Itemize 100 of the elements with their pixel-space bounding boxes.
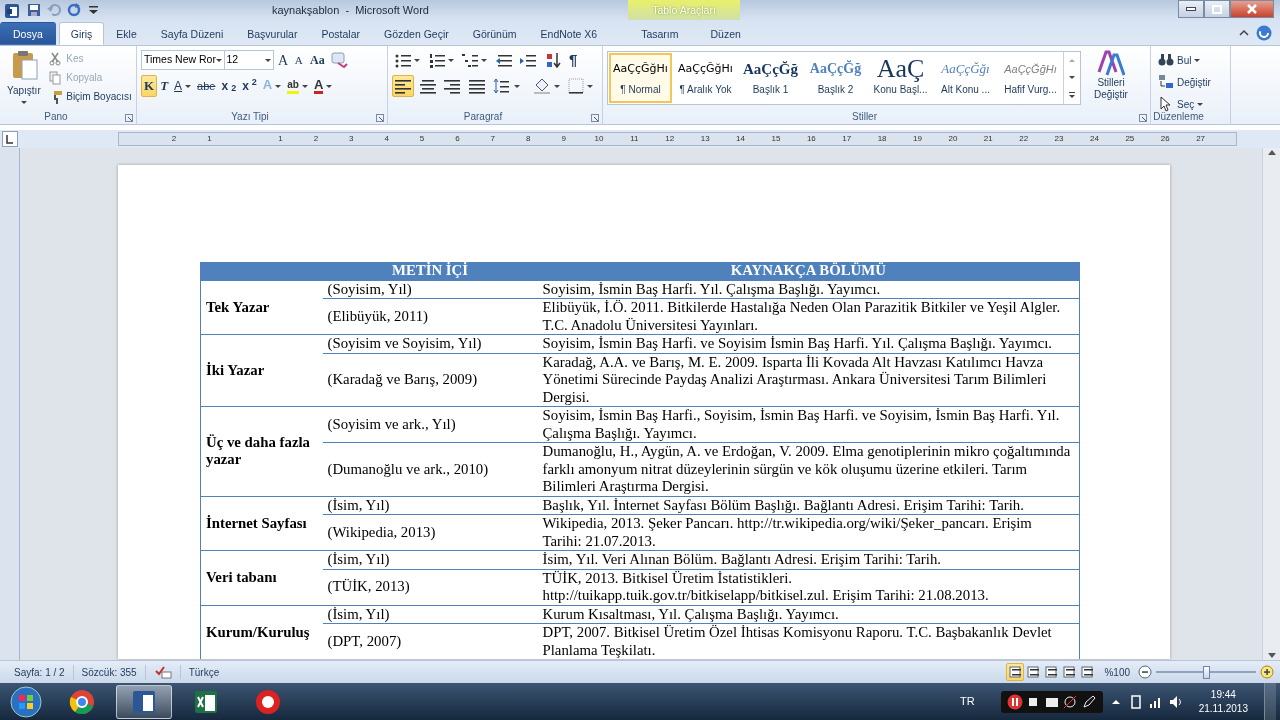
- show-desktop-button[interactable]: [1264, 683, 1276, 720]
- ribbon-tab[interactable]: Gözden Geçir: [372, 22, 461, 45]
- pen-icon[interactable]: [1080, 693, 1097, 710]
- zoom-out-icon[interactable]: [1138, 665, 1152, 679]
- ribbon-tab[interactable]: Giriş: [58, 22, 105, 45]
- superscript-button[interactable]: x$^{2}$: [239, 75, 260, 97]
- sort-icon: [544, 51, 561, 69]
- category-cell: Tek Yazar: [200, 280, 323, 335]
- ribbon-tab[interactable]: EndNote X6: [528, 22, 610, 45]
- device-icon[interactable]: [1128, 693, 1143, 710]
- font-size-field[interactable]: 12: [223, 50, 274, 70]
- dialog-launcher-icon[interactable]: [591, 114, 599, 122]
- dialog-launcher-icon[interactable]: [376, 114, 384, 122]
- caret-icon: [553, 84, 560, 88]
- clipboard-button[interactable]: Biçim Boyacısı: [46, 87, 135, 106]
- ribbon-tab[interactable]: Düzen: [694, 22, 757, 45]
- expand-icon: [1067, 90, 1077, 99]
- tab-selector-icon[interactable]: [2, 131, 18, 147]
- style-item[interactable]: AaÇçĞğHı ¶ Aralık Yok: [674, 53, 737, 103]
- ribbon-tab[interactable]: Görünüm: [460, 22, 529, 45]
- style-item[interactable]: AaÇ Konu Başl...: [869, 53, 932, 103]
- replace-button[interactable]: Değiştir: [1155, 71, 1226, 93]
- ruler-number: 17: [841, 133, 853, 145]
- group-label: Stiller: [851, 110, 878, 124]
- minimize-button[interactable]: [1178, 0, 1204, 18]
- ruler-number: 8: [525, 133, 532, 145]
- ribbon-tab[interactable]: Postalar: [309, 22, 372, 45]
- windows-logo-icon: [10, 685, 42, 718]
- style-item[interactable]: AaÇçĞğı Alt Konu ...: [934, 53, 997, 103]
- paste-button[interactable]: Yapıştır: [4, 49, 44, 107]
- highlight-button[interactable]: ab: [284, 75, 311, 97]
- ribbon-tab[interactable]: Tasarım: [625, 22, 695, 45]
- record-icon: [255, 688, 281, 715]
- font-name-field[interactable]: Times New Ror: [141, 50, 225, 70]
- align-right-icon: [444, 78, 460, 94]
- underline-button[interactable]: A: [171, 75, 195, 97]
- font-color-button[interactable]: A: [310, 75, 336, 97]
- zoom-level[interactable]: %100: [1096, 664, 1138, 680]
- ruler-number: 13: [699, 133, 711, 145]
- style-preview: AaÇçĞğı: [941, 60, 990, 78]
- proofing-icon[interactable]: [153, 665, 172, 679]
- style-item[interactable]: AaÇçĞğ Başlık 1: [739, 53, 802, 103]
- web-layout-view-icon: [1045, 666, 1058, 678]
- bold-button[interactable]: K: [141, 75, 158, 97]
- category-cell: İki Yazar: [200, 334, 323, 407]
- customize-caret-icon: [87, 3, 101, 17]
- column-header: METİN İÇİ: [322, 262, 538, 280]
- reference-cell: Dumanoğlu, H., Aygün, A. ve Erdoğan, V. 2009. Elma genotiplerinin mikro çoğaltımında farklı amonyum nitrat düzeylerinin sürgün ve kök oluşumu üzerine etkileri. Tarım Bilimleri Araştırma Dergisi.: [537, 442, 1080, 496]
- print-layout-view-button[interactable]: [1006, 663, 1025, 681]
- caret-icon: [20, 101, 27, 104]
- zoom-slider-thumb[interactable]: [1203, 665, 1210, 679]
- close-button[interactable]: [1230, 0, 1274, 18]
- style-label: Başlık 2: [817, 83, 854, 97]
- ruler-number: 3: [348, 133, 355, 145]
- caret-icon: [301, 84, 308, 88]
- pause-icon[interactable]: [1006, 693, 1023, 710]
- citation-cell: (DPT, 2007): [322, 623, 538, 659]
- keyboard-language[interactable]: TR: [960, 693, 975, 710]
- style-item[interactable]: AaÇçĞğHı Hafif Vurg...: [999, 53, 1062, 103]
- dialog-launcher-icon[interactable]: [125, 114, 133, 122]
- align-left-button[interactable]: [392, 75, 414, 97]
- align-left-icon: [395, 78, 411, 94]
- style-item[interactable]: AaÇçĞğ Başlık 2: [804, 53, 867, 103]
- citation-cell: (İsim, Yıl): [322, 605, 538, 624]
- change-case-button[interactable]: Aa: [307, 49, 328, 71]
- change-styles-button[interactable]: Stilleri Değiştir: [1085, 49, 1137, 109]
- ruler-number: 20: [947, 133, 959, 145]
- citation-cell: (Elibüyük, 2011): [322, 298, 538, 335]
- grow-font-button[interactable]: A: [276, 49, 291, 71]
- borders-button[interactable]: [565, 75, 596, 97]
- ribbon-tab[interactable]: Ekle: [104, 22, 149, 45]
- file-tab[interactable]: Dosya: [0, 22, 56, 45]
- zoom-in-icon[interactable]: [1260, 665, 1274, 679]
- ribbon-tab[interactable]: Başvurular: [235, 22, 310, 45]
- clock-date: 21.11.2013: [1198, 701, 1248, 716]
- subscript-button[interactable]: x$_{2}$: [218, 75, 240, 97]
- borders-icon: [568, 78, 584, 94]
- caret-icon: [414, 58, 420, 62]
- group-label: Yazı Tipi: [230, 110, 270, 124]
- clear-formatting-icon[interactable]: [330, 51, 349, 69]
- align-center-icon: [419, 78, 436, 94]
- language-indicator[interactable]: Türkçe: [180, 664, 228, 680]
- style-preview: AaÇçĞğHı: [1004, 62, 1057, 77]
- ruler-number: 19: [912, 133, 923, 145]
- taskbar-app[interactable]: [116, 684, 172, 719]
- ruler-number: 24: [1089, 133, 1100, 145]
- webcam-off-icon[interactable]: [1062, 693, 1079, 710]
- caret-icon: [264, 58, 271, 62]
- style-item[interactable]: AaÇçĞğHı ¶ Normal: [609, 53, 672, 103]
- italic-button[interactable]: T: [157, 75, 172, 97]
- help-icon[interactable]: [1256, 25, 1272, 41]
- find-button[interactable]: Bul: [1155, 49, 1226, 71]
- reference-cell: Kurum Kısaltması, Yıl. Çalışma Başlığı. Yayımcı.: [537, 605, 1080, 624]
- ribbon-tab[interactable]: Sayfa Düzeni: [148, 22, 236, 45]
- dialog-launcher-icon[interactable]: [1139, 114, 1147, 122]
- show-formatting-button[interactable]: ¶: [566, 49, 581, 71]
- shrink-font-button[interactable]: A: [292, 49, 305, 71]
- caret-icon: [275, 84, 282, 88]
- vertical-scrollbar[interactable]: [1262, 148, 1280, 660]
- strikethrough-button[interactable]: abe: [194, 75, 219, 97]
